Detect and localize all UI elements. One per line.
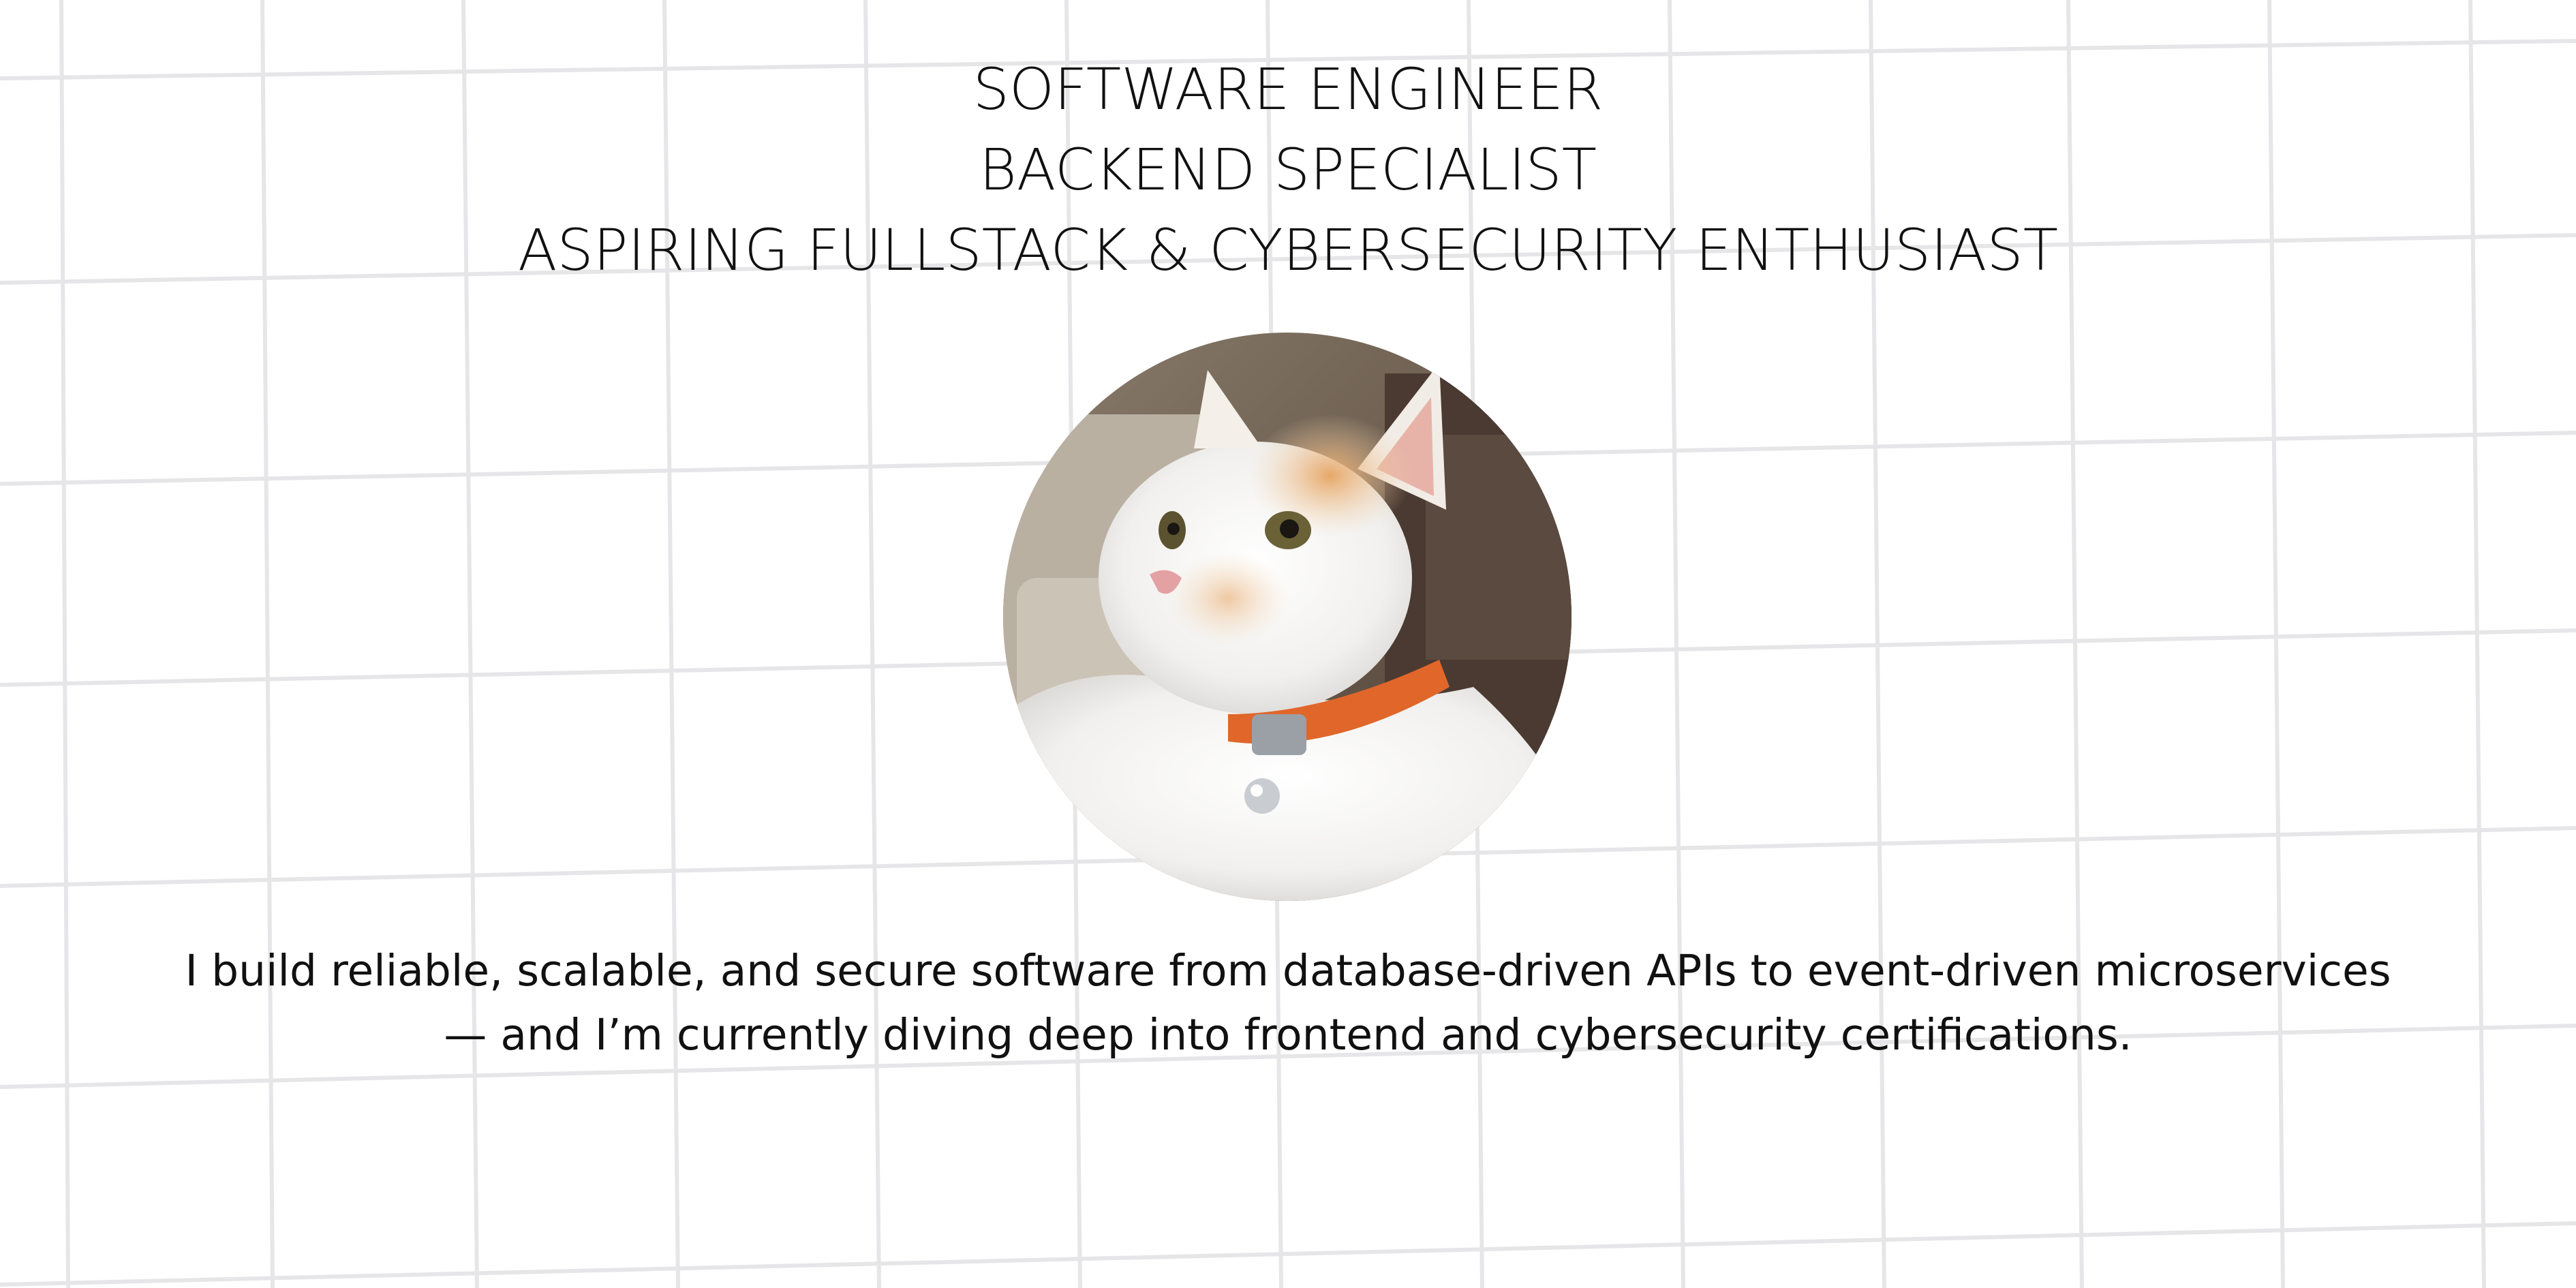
profile-photo bbox=[1003, 333, 1571, 901]
headline-line-2: BACKEND SPECIALIST bbox=[979, 136, 1597, 203]
headline-line-1: SOFTWARE ENGINEER bbox=[972, 56, 1604, 123]
headline-line-3: ASPIRING FULLSTACK & CYBERSECURITY ENTHU… bbox=[517, 217, 2059, 283]
cat-photo-icon bbox=[1003, 333, 1571, 901]
page: SOFTWARE ENGINEER BACKEND SPECIALIST ASP… bbox=[0, 0, 2576, 1288]
bio-line-1: I build reliable, scalable, and secure s… bbox=[185, 946, 2391, 996]
bio: I build reliable, scalable, and secure s… bbox=[0, 939, 2576, 1067]
headline: SOFTWARE ENGINEER BACKEND SPECIALIST ASP… bbox=[0, 49, 2576, 290]
bio-line-2: — and I’m currently diving deep into fro… bbox=[444, 1010, 2132, 1060]
